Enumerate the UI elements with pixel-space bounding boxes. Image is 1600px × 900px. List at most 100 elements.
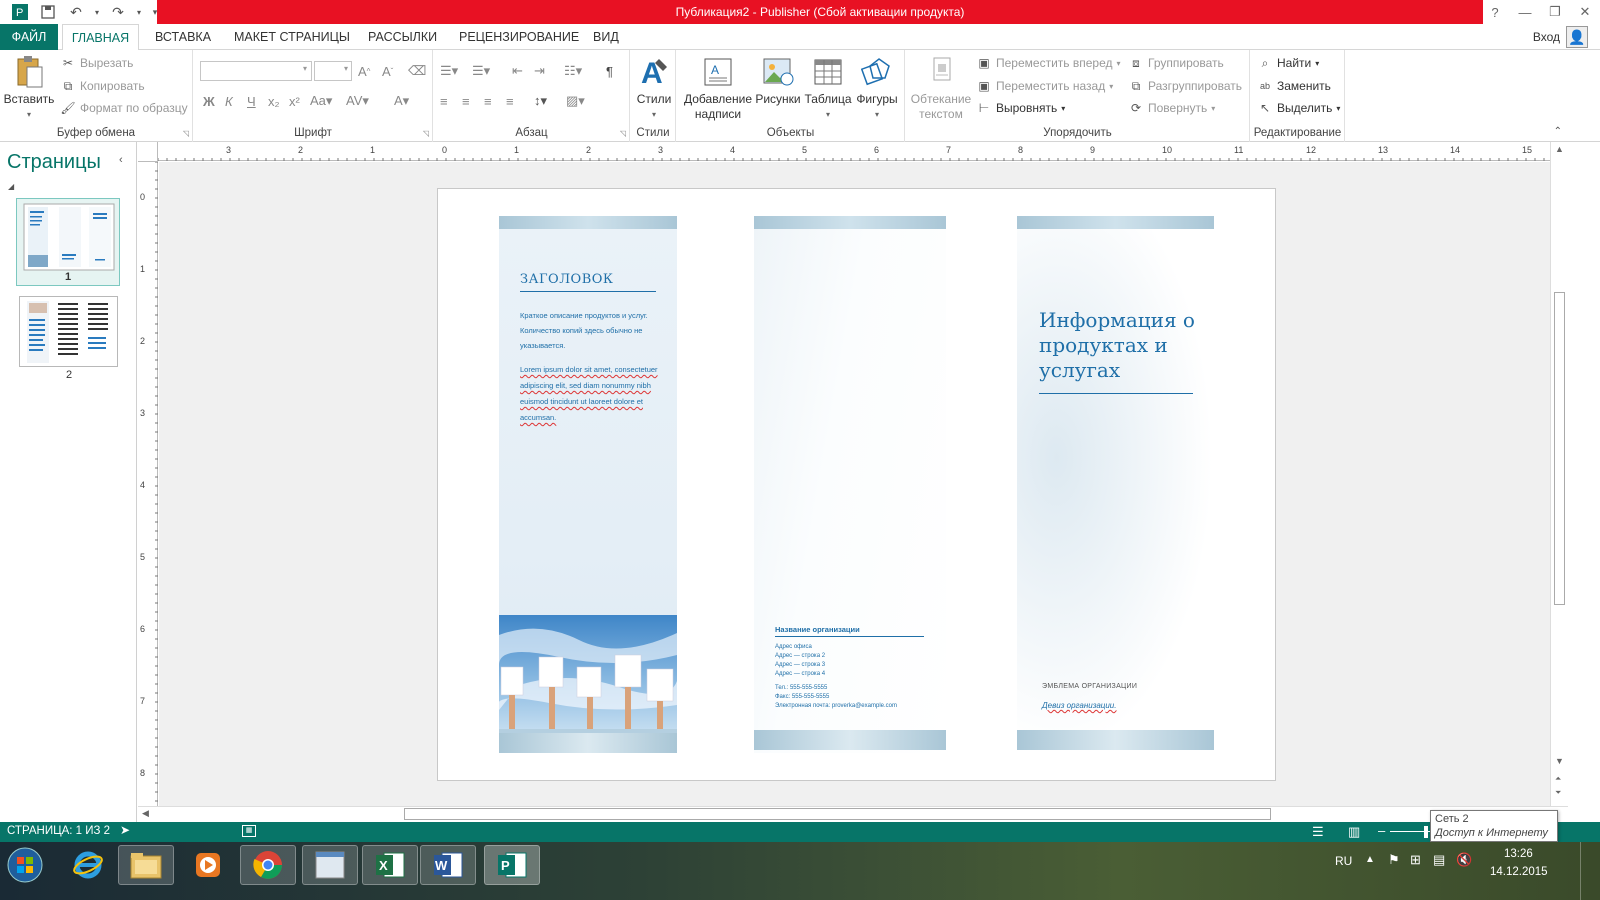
font-dialog-launcher-icon[interactable]: ◹ <box>423 129 429 138</box>
previous-page-icon[interactable]: ⏶ <box>1555 774 1561 784</box>
show-desktop-button[interactable] <box>1580 842 1600 900</box>
grow-font-icon[interactable]: A ^ <box>358 61 370 81</box>
section-collapse-icon[interactable]: ◢ <box>8 182 14 191</box>
single-page-view-icon[interactable]: ☰ <box>1312 824 1324 840</box>
horizontal-scroll-thumb[interactable] <box>404 808 1271 820</box>
send-backward-button[interactable]: ▣ Переместить назад ▾ <box>976 76 1113 96</box>
publisher-taskbar-icon[interactable]: P <box>484 845 540 885</box>
tab-view[interactable]: ВИД <box>583 24 629 50</box>
pictures-button[interactable]: Рисунки <box>755 54 801 107</box>
vertical-ruler[interactable]: 0 1 2 3 4 5 6 7 8 <box>138 161 158 806</box>
app-window-icon[interactable] <box>302 845 358 885</box>
redo-icon[interactable]: ↷ <box>106 1 130 23</box>
tab-mailings[interactable]: РАССЫЛКИ <box>358 24 447 50</box>
scroll-down-icon[interactable]: ▼ <box>1555 756 1564 766</box>
restore-button[interactable]: ❐ <box>1540 0 1570 24</box>
cut-button[interactable]: ✂ Вырезать <box>60 53 133 73</box>
shapes-button[interactable]: Фигуры ▾ <box>853 54 901 122</box>
show-marks-icon[interactable]: ¶ <box>606 61 613 81</box>
clear-formatting-icon[interactable]: ⌫ <box>408 61 426 81</box>
format-painter-button[interactable]: 🖌 Формат по образцу <box>60 98 187 118</box>
show-hidden-icons[interactable]: ▲ <box>1365 854 1375 865</box>
table-button[interactable]: Таблица ▾ <box>803 54 853 122</box>
undo-dropdown-icon[interactable]: ▾ <box>92 1 102 23</box>
align-right-icon[interactable]: ≡ <box>484 91 492 111</box>
motto[interactable]: Девиз организации. <box>1042 701 1116 710</box>
help-button[interactable]: ? <box>1480 0 1510 24</box>
collapse-ribbon-icon[interactable]: ⌃ <box>1554 126 1562 137</box>
scroll-up-icon[interactable]: ▲ <box>1555 144 1564 154</box>
superscript-icon[interactable]: x² <box>289 91 300 111</box>
logo-placeholder[interactable]: ЭМБЛЕМА ОРГАНИЗАЦИИ <box>1042 683 1137 690</box>
chrome-icon[interactable] <box>240 845 296 885</box>
tab-page-design[interactable]: МАКЕТ СТРАНИЦЫ <box>224 24 360 50</box>
collapse-pane-icon[interactable]: ‹ <box>119 154 123 166</box>
justify-icon[interactable]: ≡ <box>506 91 514 111</box>
left-panel[interactable]: ЗАГОЛОВОК Краткое описание продуктов и у… <box>499 216 677 753</box>
undo-icon[interactable]: ↶ <box>64 1 88 23</box>
clock-time[interactable]: 13:26 <box>1504 848 1533 860</box>
zoom-out-icon[interactable]: – <box>1378 823 1385 838</box>
shrink-font-icon[interactable]: Aˇ <box>382 61 393 81</box>
decrease-indent-icon[interactable]: ⇤ <box>512 61 523 81</box>
tab-insert[interactable]: ВСТАВКА <box>145 24 221 50</box>
org-name[interactable]: Название организации <box>775 625 860 634</box>
paragraph-dialog-launcher-icon[interactable]: ◹ <box>620 129 626 138</box>
file-explorer-icon[interactable] <box>118 845 174 885</box>
right-panel[interactable]: Информация о продуктах и услугах ЭМБЛЕМА… <box>1017 216 1214 753</box>
align-button[interactable]: ⊢ Выровнять ▾ <box>976 98 1065 118</box>
page-thumbnail-1[interactable]: 1 <box>16 198 120 286</box>
styles-button[interactable]: A Стили ▾ <box>635 54 673 122</box>
rotate-button[interactable]: ⟳ Повернуть ▾ <box>1128 98 1215 118</box>
macro-record-icon[interactable]: ▦ <box>242 825 256 837</box>
brochure-lorem[interactable]: Lorem ipsum dolor sit amet, consectetuer… <box>520 362 658 426</box>
contact-block[interactable]: Тел.: 555-555-5555 Факс: 555-555-5555 Эл… <box>775 684 897 711</box>
numbering-icon[interactable]: ☰▾ <box>472 61 490 81</box>
two-page-view-icon[interactable]: ▥ <box>1348 824 1360 840</box>
underline-button[interactable]: Ч <box>247 91 256 111</box>
copy-button[interactable]: ⧉ Копировать <box>60 76 145 96</box>
paste-button[interactable]: Вставить ▾ <box>4 54 54 122</box>
media-player-icon[interactable] <box>180 845 236 885</box>
dialog-launcher-icon[interactable]: ◹ <box>183 129 189 138</box>
font-size-combo[interactable]: ▾ <box>314 61 352 81</box>
brochure-summary[interactable]: Краткое описание продуктов и услуг. Коли… <box>520 308 658 353</box>
columns-icon[interactable]: ☷▾ <box>564 61 582 81</box>
close-button[interactable]: ✕ <box>1570 0 1600 24</box>
bold-button[interactable]: Ж <box>203 91 215 111</box>
language-indicator[interactable]: RU <box>1335 854 1352 868</box>
hands-photo[interactable] <box>499 615 677 733</box>
find-button[interactable]: ⌕ Найти ▾ <box>1257 53 1320 73</box>
line-spacing-icon[interactable]: ↕▾ <box>534 91 547 111</box>
ungroup-button[interactable]: ⧉ Разгруппировать <box>1128 76 1242 96</box>
sign-in-link[interactable]: Вход <box>1533 30 1560 44</box>
paragraph-shading-icon[interactable]: ▨▾ <box>566 91 585 111</box>
zoom-slider-thumb[interactable] <box>1424 826 1428 838</box>
horizontal-scrollbar[interactable]: ◀ ▶ <box>138 806 1568 822</box>
group-button[interactable]: ⧈ Группировать <box>1128 53 1224 73</box>
select-button[interactable]: ↖ Выделить ▾ <box>1257 98 1340 118</box>
internet-explorer-icon[interactable] <box>60 845 116 885</box>
bullets-icon[interactable]: ☰▾ <box>440 61 458 81</box>
user-avatar-icon[interactable]: 👤 <box>1566 26 1588 48</box>
page-indicator[interactable]: СТРАНИЦА: 1 ИЗ 2 <box>7 825 110 837</box>
vertical-scroll-thumb[interactable] <box>1554 292 1565 605</box>
character-spacing-icon[interactable]: AV▾ <box>346 91 369 111</box>
tab-file[interactable]: ФАЙЛ <box>0 24 58 50</box>
save-icon[interactable] <box>36 1 60 23</box>
tab-review[interactable]: РЕЦЕНЗИРОВАНИЕ <box>449 24 589 50</box>
brochure-heading[interactable]: ЗАГОЛОВОК <box>520 272 614 287</box>
wrap-text-button[interactable]: Обтекание текстом <box>910 54 972 122</box>
tab-home[interactable]: ГЛАВНАЯ <box>62 24 139 51</box>
subscript-icon[interactable]: x₂ <box>268 91 280 111</box>
scroll-left-icon[interactable]: ◀ <box>142 808 149 819</box>
next-page-icon[interactable]: ⏷ <box>1555 788 1561 798</box>
draw-textbox-button[interactable]: A Добавление надписи <box>683 54 753 122</box>
redo-dropdown-icon[interactable]: ▾ <box>134 1 144 23</box>
vertical-scrollbar[interactable]: ▲ ▼ ⏶ ⏷ <box>1550 142 1568 806</box>
publication-page[interactable]: ЗАГОЛОВОК Краткое описание продуктов и у… <box>437 188 1276 781</box>
align-center-icon[interactable]: ≡ <box>462 91 470 111</box>
volume-icon[interactable]: 🔇 <box>1456 852 1472 868</box>
start-button[interactable] <box>2 845 48 885</box>
bring-forward-button[interactable]: ▣ Переместить вперед ▾ <box>976 53 1120 73</box>
